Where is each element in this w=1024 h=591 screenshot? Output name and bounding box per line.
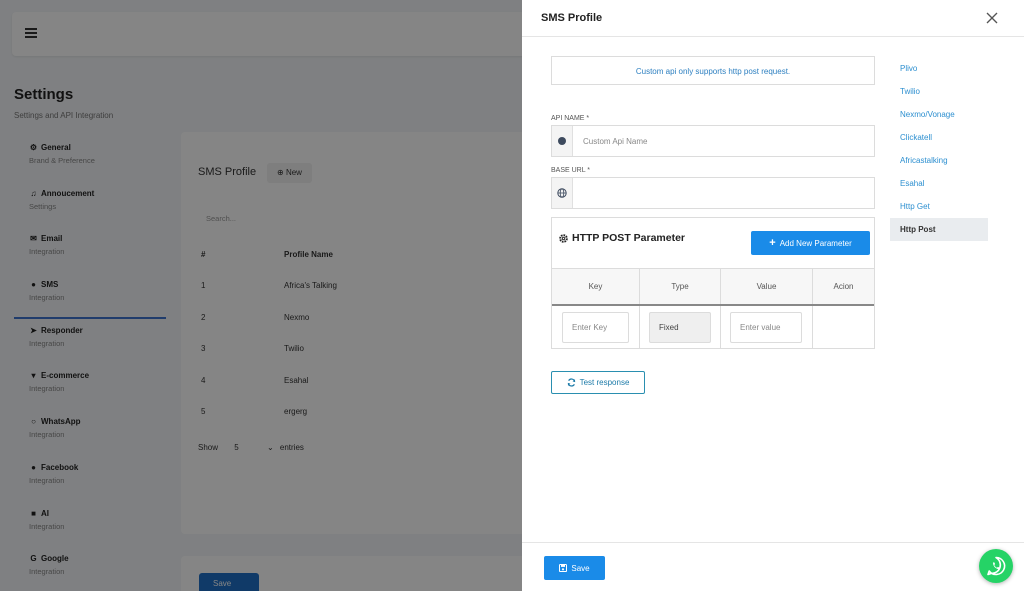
header-action: Acion [833,282,854,291]
type-cell: Fixed [640,306,721,349]
provider-clickatell[interactable]: Clickatell [890,126,988,149]
value-cell [721,306,813,349]
whatsapp-icon [987,556,1006,576]
base-url-addon [552,178,573,208]
header-type: Type [640,269,721,304]
api-name-addon [552,126,573,156]
parameter-row: Fixed [552,306,874,349]
provider-nexmo-vonage[interactable]: Nexmo/Vonage [890,103,988,126]
provider-africastalking[interactable]: Africastalking [890,149,988,172]
provider-twilio[interactable]: Twilio [890,80,988,103]
floppy-disk-icon [559,564,568,572]
parameter-table-header: Key Type Value Acion [552,269,874,306]
whatsapp-chat-button[interactable] [979,549,1013,583]
test-response-button[interactable]: Test response [551,371,645,394]
save-button[interactable]: Save [544,556,605,580]
api-name-input[interactable] [574,126,874,156]
provider-http-get[interactable]: Http Get [890,195,988,218]
action-cell [813,306,874,349]
key-input[interactable] [562,312,629,343]
header-key: Key [552,269,640,304]
parameter-title: HTTP POST Parameter [558,232,685,244]
value-input[interactable] [730,312,802,343]
sms-profile-modal: SMS Profile Custom api only supports htt… [522,0,1024,591]
globe-icon [557,188,567,198]
modal-title: SMS Profile [541,12,603,24]
base-url-group [551,177,875,209]
plus-icon: + [769,237,776,249]
gear-icon [559,233,568,243]
http-post-parameter-panel: HTTP POST Parameter + Add New Parameter … [551,217,875,349]
provider-list: Plivo Twilio Nexmo/Vonage Clickatell Afr… [890,57,988,241]
api-name-label: API NAME * [551,115,590,122]
info-alert: Custom api only supports http post reque… [551,56,875,85]
sync-icon [567,378,575,387]
provider-esahal[interactable]: Esahal [890,172,988,195]
base-url-input[interactable] [574,178,874,208]
key-cell [552,306,640,349]
api-name-group [551,125,875,157]
modal-footer: Save [522,542,1024,591]
provider-plivo[interactable]: Plivo [890,57,988,80]
modal-header: SMS Profile [522,0,1024,37]
add-new-parameter-button[interactable]: + Add New Parameter [751,231,870,255]
base-url-label: BASE URL * [551,167,591,174]
parameter-table: Key Type Value Acion Fixed [552,268,874,349]
close-icon[interactable] [985,11,999,25]
type-field: Fixed [649,312,711,343]
circle-icon [558,137,566,145]
provider-http-post[interactable]: Http Post [890,218,988,241]
header-value: Value [721,269,813,304]
